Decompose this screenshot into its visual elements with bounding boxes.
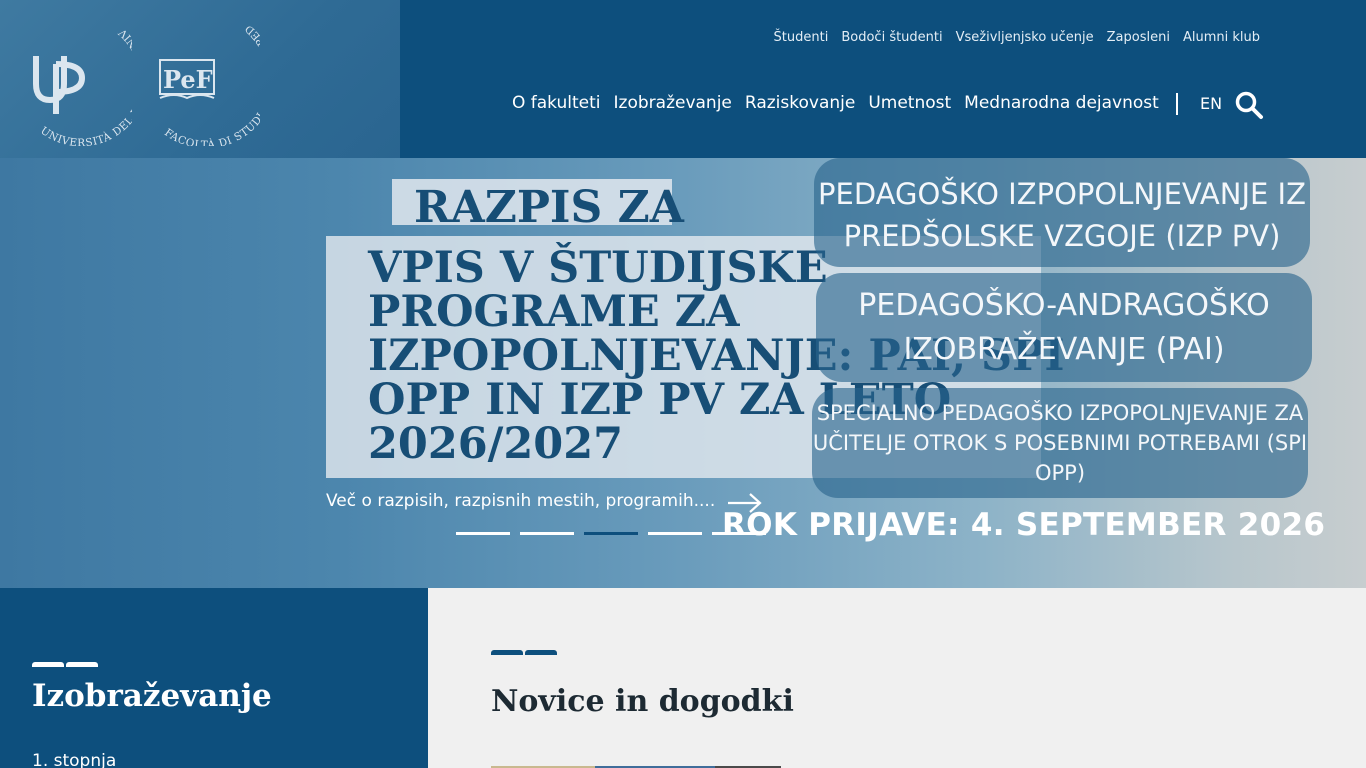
education-heading: Izobraževanje	[32, 678, 272, 714]
nav-link-studenti[interactable]: Študenti	[774, 30, 829, 45]
nav-link-bodoci-studenti[interactable]: Bodoči študenti	[841, 30, 942, 45]
program-pill-izp-pv: PEDAGOŠKO IZPOPOLNJEVANJE IZ PREDŠOLSKE …	[814, 158, 1310, 267]
education-panel: Izobraževanje 1. stopnja	[0, 588, 428, 768]
nav-item-raziskovanje[interactable]: Raziskovanje	[745, 93, 855, 113]
logo-panel: UNIVERSITÀ DEL LITORALE UNIVERZA NA PRIM…	[0, 0, 400, 158]
hero-title-line1: RAZPIS ZA	[414, 182, 684, 233]
hero-slider[interactable]: RAZPIS ZA VPIS V ŠTUDIJSKE PROGRAME ZA I…	[0, 158, 1366, 588]
arrow-right-icon[interactable]	[726, 492, 764, 514]
nav-item-izobrazevanje[interactable]: Izobraževanje	[614, 93, 732, 113]
program-pill-spi-opp: SPECIALNO PEDAGOŠKO IZPOPOLNJEVANJE ZA U…	[812, 388, 1308, 498]
search-icon[interactable]	[1234, 90, 1264, 120]
nav-separator	[1176, 93, 1178, 115]
nav-item-o-fakulteti[interactable]: O fakulteti	[512, 93, 601, 113]
secondary-nav: Študenti Bodoči študenti Vseživljenjsko …	[774, 30, 1260, 45]
slider-dot-3[interactable]	[584, 532, 638, 535]
education-link-first-cycle[interactable]: 1. stopnja	[32, 751, 116, 768]
university-logo[interactable]: UNIVERSITÀ DEL LITORALE UNIVERZA NA PRIM…	[26, 14, 132, 146]
svg-text:PeF: PeF	[163, 65, 213, 94]
hero-more-link[interactable]: Več o razpisih, razpisnih mestih, progra…	[326, 491, 715, 511]
program-pill-pai: PEDAGOŠKO-ANDRAGOŠKO IZOBRAŽEVANJE (PAI)	[816, 273, 1312, 382]
slider-dot-5[interactable]	[712, 532, 766, 535]
application-deadline: ROK PRIJAVE: 4. SEPTEMBER 2026	[722, 507, 1326, 543]
slider-dot-1[interactable]	[456, 532, 510, 535]
slider-dot-2[interactable]	[520, 532, 574, 535]
news-heading: Novice in dogodki	[491, 684, 794, 719]
primary-nav: O fakulteti Izobraževanje Raziskovanje U…	[512, 93, 1159, 113]
slider-dot-4[interactable]	[648, 532, 702, 535]
slider-pagination	[456, 532, 766, 535]
education-accent-bar	[32, 662, 98, 667]
nav-link-zaposleni[interactable]: Zaposleni	[1107, 30, 1170, 45]
site-header: UNIVERSITÀ DEL LITORALE UNIVERZA NA PRIM…	[0, 0, 1366, 158]
nav-item-umetnost[interactable]: Umetnost	[868, 93, 951, 113]
news-panel: Novice in dogodki	[428, 588, 1366, 768]
news-accent-bar	[491, 650, 557, 655]
nav-link-alumni-klub[interactable]: Alumni klub	[1183, 30, 1260, 45]
nav-item-mednarodna-dejavnost[interactable]: Mednarodna dejavnost	[964, 93, 1159, 113]
nav-link-vsezivljenjsko-ucenje[interactable]: Vseživljenjsko učenje	[956, 30, 1094, 45]
faculty-logo[interactable]: PeF FACOLTÀ DI STUDI EDUCATIVI PEDAGOŠKA…	[150, 12, 260, 146]
language-switch[interactable]: EN	[1200, 94, 1222, 113]
